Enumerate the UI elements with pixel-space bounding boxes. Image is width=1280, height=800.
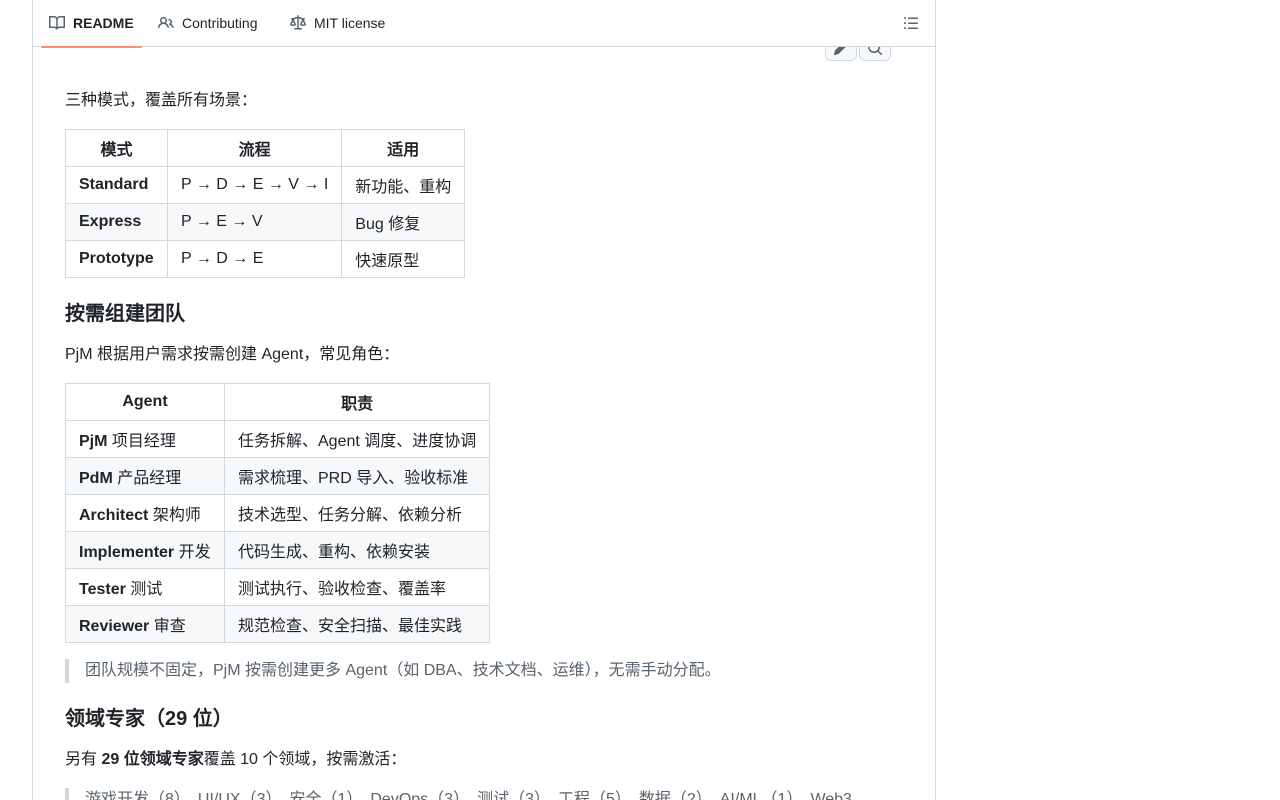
table-row: Implementer 开发 代码生成、重构、依赖安装 [65, 531, 491, 569]
agent-duty: 任务拆解、Agent 调度、进度协调 [223, 420, 491, 458]
list-unordered-icon [904, 17, 918, 29]
agent-duty: 规范检查、安全扫描、最佳实践 [223, 605, 491, 643]
mode-flow: P → D → E [166, 240, 343, 278]
agent-cell: PdM 产品经理 [65, 457, 225, 495]
tab-readme[interactable]: README [41, 0, 142, 48]
tab-license[interactable]: MIT license [290, 0, 385, 47]
agents-table: Agent 职责 PjM 项目经理 任务拆解、Agent 调度、进度协调 PdM… [65, 383, 491, 643]
experts-count: 29 位领域专家 [101, 751, 204, 768]
table-header: 流程 [166, 129, 343, 167]
table-row: PdM 产品经理 需求梳理、PRD 导入、验收标准 [65, 457, 491, 495]
readme-panel: README Contributing MIT license 三种模式，覆盖所… [32, 0, 936, 800]
agent-cell: PjM 项目经理 [65, 420, 225, 458]
mode-name: Standard [65, 166, 168, 204]
table-row: Tester 测试 测试执行、验收检查、覆盖率 [65, 568, 491, 606]
agent-cell: Implementer 开发 [65, 531, 225, 569]
table-row: Architect 架构师 技术选型、任务分解、依赖分析 [65, 494, 491, 532]
readme-tab-bar: README Contributing MIT license [33, 0, 935, 48]
agent-cell: Reviewer 审查 [65, 605, 225, 643]
table-row: Express P → E → V Bug 修复 [65, 203, 466, 241]
agent-duty: 代码生成、重构、依赖安装 [223, 531, 491, 569]
table-header: 模式 [65, 129, 168, 167]
table-header: Agent [65, 383, 225, 421]
team-intro: PjM 根据用户需求按需创建 Agent，常见角色： [65, 346, 400, 363]
mode-use: 快速原型 [341, 240, 466, 278]
experts-intro: 另有 29 位领域专家覆盖 10 个领域，按需激活： [65, 751, 407, 768]
agent-cell: Architect 架构师 [65, 494, 225, 532]
modes-intro: 三种模式，覆盖所有场景： [65, 92, 258, 109]
table-row: Prototype P → D → E 快速原型 [65, 240, 466, 278]
table-row: Standard P → D → E → V → I 新功能、重构 [65, 166, 466, 204]
people-icon [158, 16, 174, 29]
table-header: 职责 [223, 383, 491, 421]
mode-flow: P → D → E → V → I [166, 166, 343, 204]
agent-duty: 测试执行、验收检查、覆盖率 [223, 568, 491, 606]
mode-use: 新功能、重构 [341, 166, 466, 204]
table-row: Reviewer 审查 规范检查、安全扫描、最佳实践 [65, 605, 491, 643]
tab-contributing-label: Contributing [182, 15, 258, 31]
mode-name: Express [65, 203, 168, 241]
agent-cell: Tester 测试 [65, 568, 225, 606]
experts-heading: 领域专家（29 位） [65, 708, 233, 730]
mode-flow: P → E → V [166, 203, 343, 241]
table-row: PjM 项目经理 任务拆解、Agent 调度、进度协调 [65, 420, 491, 458]
tab-contributing[interactable]: Contributing [158, 0, 258, 47]
table-header: 适用 [341, 129, 466, 167]
agent-duty: 需求梳理、PRD 导入、验收标准 [223, 457, 491, 495]
modes-table: 模式 流程 适用 Standard P → D → E → V → I 新功能、… [65, 129, 466, 278]
table-of-contents-button[interactable] [897, 11, 925, 35]
law-scale-icon [290, 15, 306, 30]
team-note-quote: 团队规模不固定，PjM 按需创建更多 Agent（如 DBA、技术文档、运维），… [65, 659, 721, 683]
mode-name: Prototype [65, 240, 168, 278]
team-heading: 按需组建团队 [65, 303, 185, 325]
agent-duty: 技术选型、任务分解、依赖分析 [223, 494, 491, 532]
tab-readme-label: README [73, 15, 134, 31]
book-icon [49, 15, 65, 30]
experts-domains-quote: 游戏开发（8）、UI/UX（3）、安全（1）、DevOps（3）、测试（3）、工… [65, 788, 852, 800]
mode-use: Bug 修复 [341, 203, 466, 241]
table-header-row: Agent 职责 [65, 383, 491, 421]
table-header-row: 模式 流程 适用 [65, 129, 466, 167]
tab-license-label: MIT license [314, 15, 386, 31]
